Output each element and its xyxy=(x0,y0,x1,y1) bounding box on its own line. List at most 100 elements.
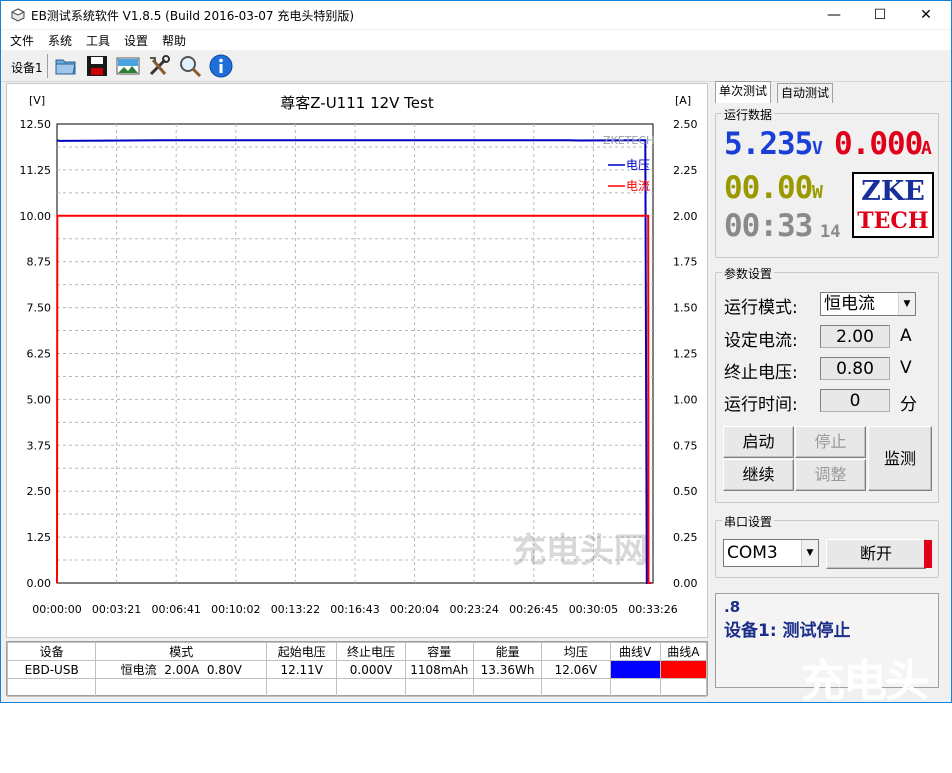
right-tick-label: 2.25 xyxy=(673,164,698,177)
menu-system[interactable]: 系统 xyxy=(48,32,72,49)
brand-label: ZKETECH xyxy=(603,134,654,147)
cell-start-voltage: 12.11V xyxy=(266,660,338,679)
maximize-button[interactable]: ☐ xyxy=(857,1,903,29)
left-tick-label: 7.50 xyxy=(27,302,52,315)
right-panel: 单次测试 自动测试 运行数据 5.235 V 0.000 A 00.00 W 0… xyxy=(713,81,949,695)
save-icon[interactable] xyxy=(84,53,110,79)
header-curve-v: 曲线V xyxy=(609,642,661,661)
voltage-unit: V xyxy=(812,138,823,159)
run-data-title: 运行数据 xyxy=(722,106,775,123)
mode-select[interactable]: 恒电流 ▼ xyxy=(820,292,916,316)
header-capacity: 容量 xyxy=(404,642,474,661)
tab-auto-test[interactable]: 自动测试 xyxy=(777,83,834,103)
cutoff-voltage-label: 终止电压: xyxy=(724,363,798,383)
x-tick-label: 00:13:22 xyxy=(271,603,320,616)
right-tick-label: 2.00 xyxy=(673,210,698,223)
header-start-voltage: 起始电压 xyxy=(266,642,338,661)
left-tick-label: 11.25 xyxy=(20,164,52,177)
menu-bar: 文件 系统 工具 设置 帮助 xyxy=(1,30,951,50)
right-tick-label: 0.75 xyxy=(673,439,698,452)
cutoff-voltage-field[interactable]: 0.80 xyxy=(820,357,890,380)
x-tick-label: 00:16:43 xyxy=(330,603,379,616)
chevron-down-icon[interactable]: ▼ xyxy=(801,540,818,566)
mode-select-value: 恒电流 xyxy=(824,294,875,314)
header-mode: 模式 xyxy=(95,642,268,661)
run-time-field[interactable]: 0 xyxy=(820,389,890,412)
right-tick-label: 1.75 xyxy=(673,256,698,269)
cell-capacity: 1108mAh xyxy=(404,660,474,679)
serial-settings-title: 串口设置 xyxy=(722,513,775,530)
current-readout: 0.000 xyxy=(834,126,923,162)
header-energy: 能量 xyxy=(472,642,543,661)
resume-button[interactable]: 继续 xyxy=(723,459,794,491)
open-folder-icon[interactable] xyxy=(53,53,79,79)
cell-curve-a-color[interactable] xyxy=(659,660,708,679)
tools-icon[interactable] xyxy=(146,53,172,79)
left-tick-label: 2.50 xyxy=(27,485,52,498)
chart-watermark: 充电头网 xyxy=(512,531,648,571)
x-tick-label: 00:03:21 xyxy=(92,603,141,616)
app-window: EB测试系统软件 V1.8.5 (Build 2016-03-07 充电头特别版… xyxy=(0,0,952,771)
menu-tools[interactable]: 工具 xyxy=(86,32,110,49)
header-curve-a: 曲线A xyxy=(659,642,708,661)
cell-mode: 恒电流 2.00A 0.80V xyxy=(95,660,268,679)
com-port-select[interactable]: COM3 ▼ xyxy=(723,539,819,567)
right-tick-label: 0.25 xyxy=(673,531,698,544)
chart-title: 尊客Z-U111 12V Test xyxy=(280,94,434,112)
com-port-value: COM3 xyxy=(727,543,778,563)
set-current-label: 设定电流: xyxy=(724,331,798,351)
run-data-group: 运行数据 5.235 V 0.000 A 00.00 W 00:33 14 ZK… xyxy=(715,106,939,258)
left-tick-label: 8.75 xyxy=(27,256,52,269)
chart-watermark-text: 充电头网 xyxy=(512,531,648,571)
chevron-down-icon[interactable]: ▼ xyxy=(898,293,915,315)
chart-panel: 尊客Z-U111 12V Test [V] [A] 12.50 11.25 10.0… xyxy=(6,83,708,638)
disconnect-button[interactable]: 断开 xyxy=(826,539,926,569)
voltage-current-chart: 尊客Z-U111 12V Test [V] [A] 12.50 11.25 10.0… xyxy=(20,94,698,616)
tab-single-test[interactable]: 单次测试 xyxy=(715,81,772,103)
right-tick-label: 0.00 xyxy=(673,577,698,590)
legend-label: 电压 xyxy=(626,158,650,172)
voltage-readout: 5.235 xyxy=(724,126,813,162)
right-tick-label: 2.50 xyxy=(673,118,698,131)
picture-icon[interactable] xyxy=(115,53,141,79)
window-title: EB测试系统软件 V1.8.5 (Build 2016-03-07 充电头特别版… xyxy=(31,9,355,23)
elapsed-seconds-readout: 14 xyxy=(820,222,841,242)
start-button[interactable]: 启动 xyxy=(723,426,794,458)
adjust-button[interactable]: 调整 xyxy=(795,459,866,491)
search-icon[interactable] xyxy=(177,53,203,79)
left-axis-unit: [V] xyxy=(29,94,45,107)
table-header-row: 设备 模式 起始电压 终止电压 容量 能量 均压 曲线V 曲线A xyxy=(6,642,708,661)
cell-avg-voltage: 12.06V xyxy=(541,660,611,679)
cell-end-voltage: 0.000V xyxy=(336,660,406,679)
menu-help[interactable]: 帮助 xyxy=(162,32,186,49)
param-settings-group: 参数设置 运行模式: 恒电流 ▼ 设定电流: 2.00 A 终止电压: 0.80… xyxy=(715,265,939,503)
x-tick-label: 00:20:04 xyxy=(390,603,439,616)
logo-line-2: TECH xyxy=(857,208,929,234)
minimize-button[interactable]: — xyxy=(811,1,857,29)
device-tab-label[interactable]: 设备1 xyxy=(11,59,43,76)
close-button[interactable]: ✕ xyxy=(903,1,949,29)
mode-label: 运行模式: xyxy=(724,298,798,318)
left-tick-label: 12.50 xyxy=(20,118,52,131)
x-tick-label: 00:30:05 xyxy=(569,603,618,616)
x-tick-label: 00:10:02 xyxy=(211,603,260,616)
right-axis-unit: [A] xyxy=(675,94,691,107)
stop-button[interactable]: 停止 xyxy=(795,426,866,458)
right-tick-label: 1.50 xyxy=(673,302,698,315)
info-icon[interactable] xyxy=(208,53,234,79)
set-current-field[interactable]: 2.00 xyxy=(820,325,890,348)
toolbar-separator xyxy=(47,54,48,78)
table-row[interactable]: EBD-USB 恒电流 2.00A 0.80V 12.11V 0.000V 11… xyxy=(6,660,708,679)
param-settings-title: 参数设置 xyxy=(722,265,775,282)
cell-curve-v-color[interactable] xyxy=(609,660,661,679)
run-time-unit: 分 xyxy=(900,395,917,415)
status-line-1: .8 xyxy=(724,598,741,616)
menu-file[interactable]: 文件 xyxy=(10,32,34,49)
monitor-button[interactable]: 监测 xyxy=(868,426,932,491)
current-unit: A xyxy=(921,138,932,159)
serial-settings-group: 串口设置 COM3 ▼ 断开 xyxy=(715,513,939,578)
corner-watermark: 充电头网 xyxy=(801,656,929,771)
menu-settings[interactable]: 设置 xyxy=(124,32,148,49)
left-tick-label: 1.25 xyxy=(27,531,52,544)
right-tick-label: 1.25 xyxy=(673,348,698,361)
